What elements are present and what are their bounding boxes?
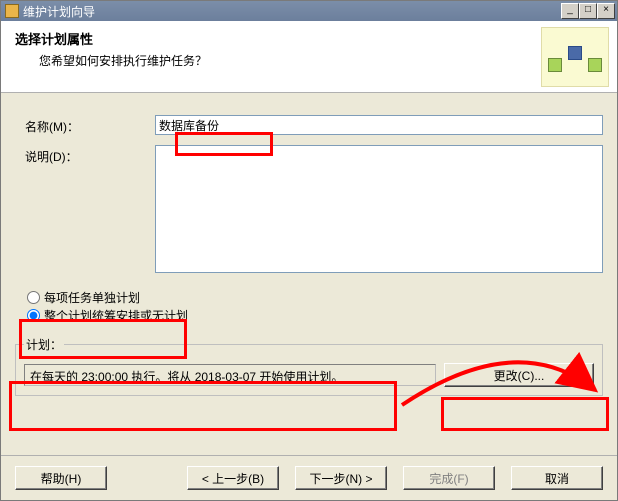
next-button[interactable]: 下一步(N) > <box>295 466 387 490</box>
page-subtitle: 您希望如何安排执行维护任务？ <box>15 48 541 69</box>
name-label: 名称(M)： <box>15 115 155 135</box>
title-bar: 维护计划向导 _ □ × <box>1 1 617 21</box>
schedule-summary: 在每天的 23:00:00 执行。将从 2018-03-07 开始使用计划。 <box>24 364 436 386</box>
radio-per-task-label: 每项任务单独计划 <box>44 289 140 306</box>
change-schedule-button[interactable]: 更改(C)... <box>444 363 594 387</box>
schedule-legend: 计划： <box>24 336 64 353</box>
cancel-button[interactable]: 取消 <box>511 466 603 490</box>
radio-whole-plan[interactable] <box>27 309 40 322</box>
page-title: 选择计划属性 <box>15 29 541 48</box>
maximize-button[interactable]: □ <box>579 3 597 19</box>
close-button[interactable]: × <box>597 3 615 19</box>
radio-whole-plan-label: 整个计划统筹安排或无计划 <box>44 307 188 324</box>
help-button[interactable]: 帮助(H) <box>15 466 107 490</box>
wizard-window: 维护计划向导 _ □ × 选择计划属性 您希望如何安排执行维护任务？ 名称(M)… <box>0 0 618 501</box>
schedule-mode-group: 每项任务单独计划 整个计划统筹安排或无计划 <box>23 288 603 324</box>
description-textarea[interactable] <box>155 145 603 273</box>
wizard-body: 名称(M)： 说明(D)： 每项任务单独计划 整个计划统筹安排或无计划 计划： <box>1 93 617 406</box>
description-label: 说明(D)： <box>15 145 155 276</box>
minimize-button[interactable]: _ <box>561 3 579 19</box>
schedule-fieldset: 计划： 在每天的 23:00:00 执行。将从 2018-03-07 开始使用计… <box>15 336 603 396</box>
radio-per-task-row[interactable]: 每项任务单独计划 <box>23 288 603 306</box>
back-button[interactable]: < 上一步(B) <box>187 466 279 490</box>
finish-button: 完成(F) <box>403 466 495 490</box>
wizard-header: 选择计划属性 您希望如何安排执行维护任务？ <box>1 21 617 93</box>
wizard-footer: 帮助(H) < 上一步(B) 下一步(N) > 完成(F) 取消 <box>1 455 617 500</box>
radio-per-task[interactable] <box>27 291 40 304</box>
radio-whole-plan-row[interactable]: 整个计划统筹安排或无计划 <box>23 306 603 324</box>
name-input[interactable] <box>155 115 603 135</box>
wizard-graphic-icon <box>541 27 609 87</box>
window-title: 维护计划向导 <box>23 3 561 20</box>
app-icon <box>5 4 19 18</box>
